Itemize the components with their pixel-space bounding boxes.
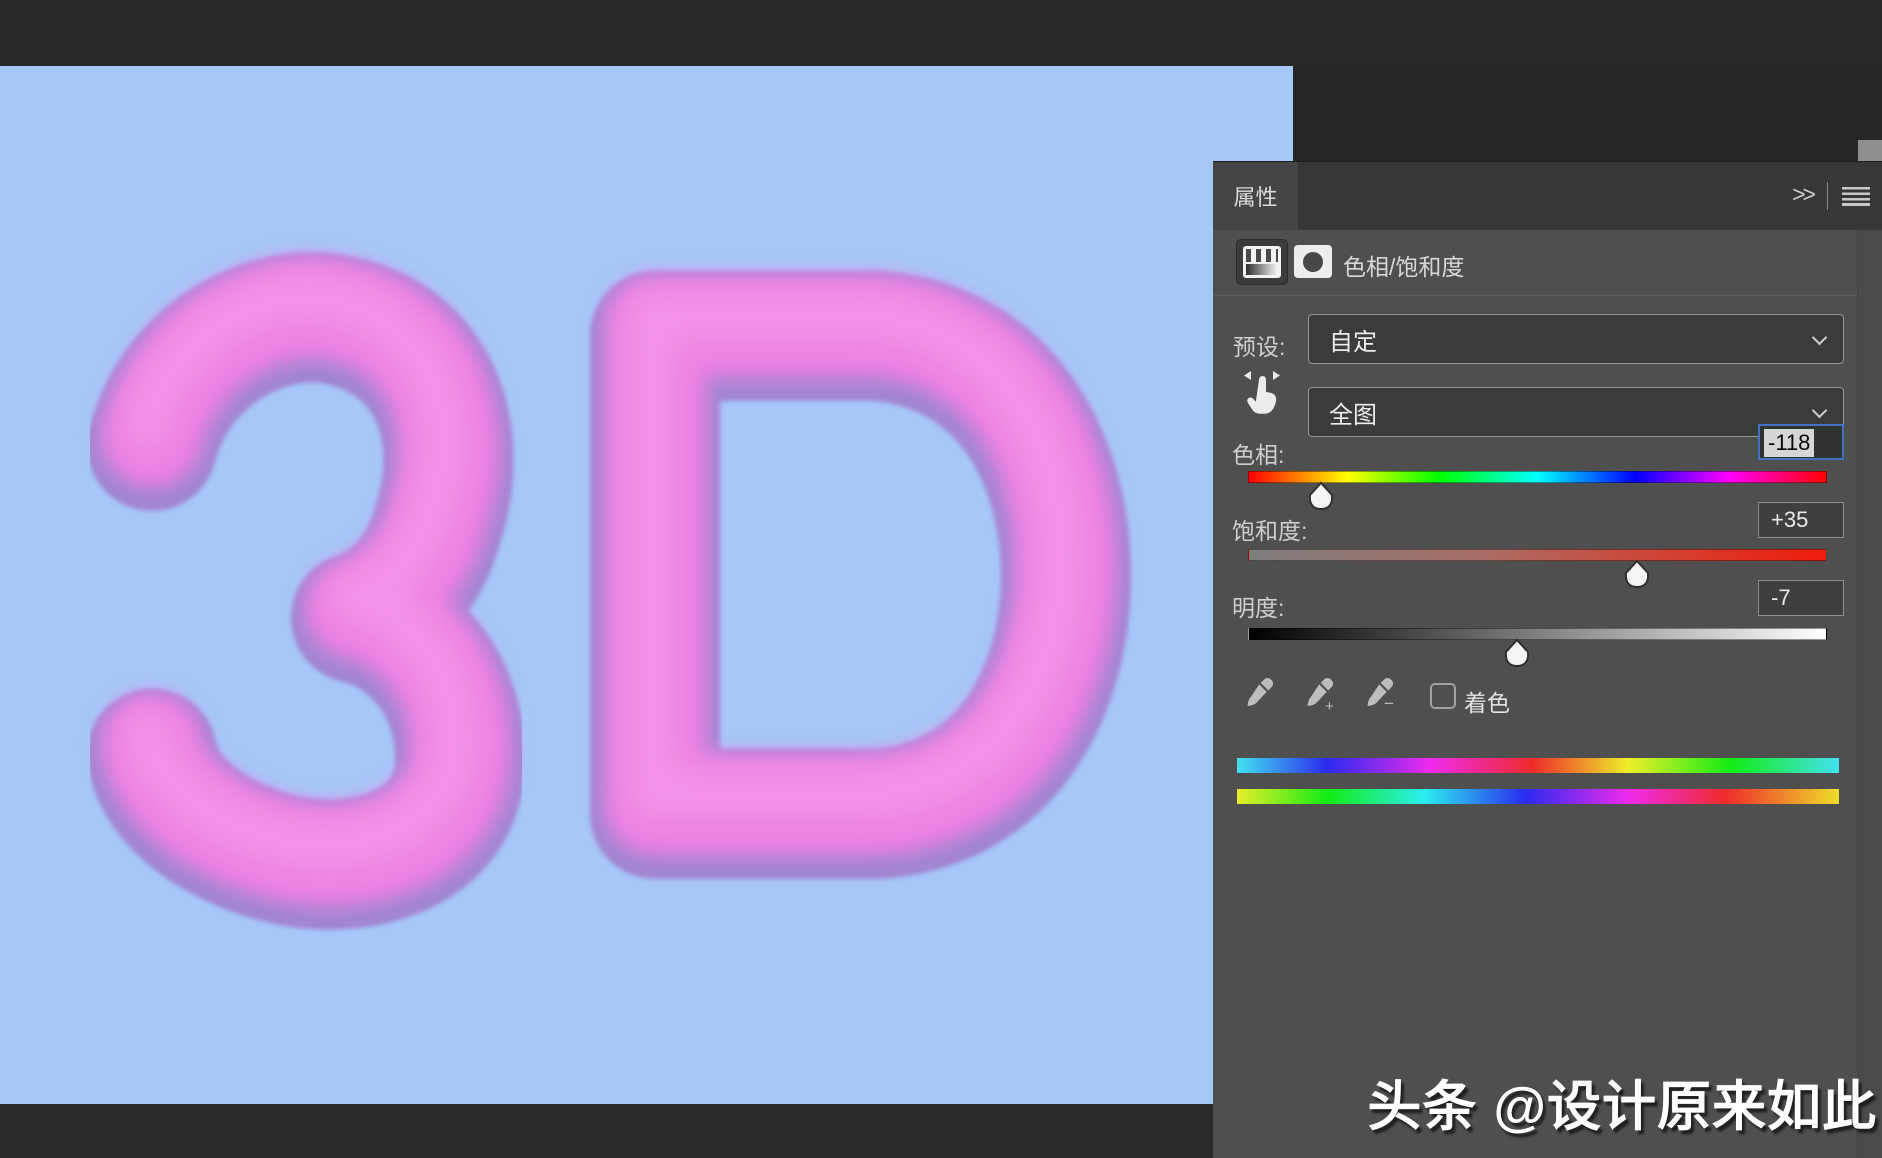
- letter-3: [147, 298, 460, 865]
- canvas-pasteboard: [0, 1104, 1293, 1158]
- colorize-checkbox[interactable]: [1430, 683, 1456, 709]
- watermark: 头条 @设计原来如此: [1367, 1062, 1877, 1141]
- preset-value: 自定: [1329, 322, 1377, 357]
- letter-d: [650, 316, 1066, 814]
- panel-menu-icon[interactable]: [1842, 187, 1870, 206]
- collapse-to-icons-icon[interactable]: >>: [1792, 183, 1813, 210]
- chevron-down-icon: [1812, 403, 1828, 419]
- eyedropper-minus-icon[interactable]: −: [1362, 675, 1396, 713]
- hue-label: 色相:: [1232, 436, 1284, 470]
- saturation-value-text: +35: [1771, 507, 1808, 532]
- hue-value-field[interactable]: -118: [1758, 424, 1844, 460]
- preset-dropdown[interactable]: 自定: [1308, 314, 1844, 364]
- hue-slider-track[interactable]: [1248, 471, 1827, 483]
- lightness-label: 明度:: [1232, 589, 1284, 623]
- input-spectrum-bar: [1237, 758, 1839, 773]
- saturation-slider-track[interactable]: [1248, 549, 1827, 561]
- adjustment-title: 色相/饱和度: [1343, 248, 1464, 282]
- colorize-label: 着色: [1464, 684, 1510, 718]
- panel-scroll-cap: [1858, 140, 1882, 161]
- hue-slider-thumb[interactable]: [1308, 481, 1334, 511]
- watermark-brand: 头条: [1367, 1077, 1477, 1137]
- watermark-handle: @设计原来如此: [1493, 1077, 1877, 1137]
- top-toolbar-area: [0, 0, 1882, 66]
- panel-scroll-gutter[interactable]: [1857, 230, 1882, 1158]
- properties-panel: 属性 >> 色相/饱和度 预设: 自定: [1213, 161, 1882, 1158]
- saturation-label: 饱和度:: [1232, 512, 1307, 546]
- hue-sat-adjustment-icon-button[interactable]: [1236, 239, 1288, 285]
- lightness-slider-track[interactable]: [1248, 628, 1827, 640]
- panel-tab-bar: 属性 >>: [1213, 162, 1882, 230]
- section-divider: [1213, 295, 1857, 296]
- lightness-value-text: -7: [1771, 585, 1791, 610]
- eyedropper-plus-icon[interactable]: +: [1302, 675, 1336, 713]
- saturation-value-field[interactable]: +35: [1758, 502, 1844, 538]
- preset-label: 预设:: [1233, 328, 1285, 362]
- hue-value-selected-text: -118: [1764, 429, 1814, 457]
- hue-sat-adjustment-icon: [1243, 246, 1281, 278]
- svg-text:+: +: [1325, 698, 1334, 713]
- document-canvas[interactable]: [0, 66, 1293, 1104]
- saturation-slider-thumb[interactable]: [1624, 559, 1650, 589]
- photoshop-workspace: 属性 >> 色相/饱和度 预设: 自定: [0, 0, 1882, 1158]
- chevron-down-icon: [1812, 330, 1828, 346]
- mask-circle-icon: [1303, 252, 1323, 272]
- lightness-slider-thumb[interactable]: [1504, 638, 1530, 668]
- header-divider: [1827, 182, 1828, 210]
- layer-mask-icon-button[interactable]: [1294, 245, 1332, 278]
- canvas-art-3d-text: [0, 66, 1293, 1104]
- lightness-value-field[interactable]: -7: [1758, 580, 1844, 616]
- tab-properties-label: 属性: [1233, 180, 1277, 212]
- panel-header-actions: >>: [1792, 162, 1870, 230]
- output-spectrum-bar: [1237, 789, 1839, 804]
- channel-value: 全图: [1329, 395, 1377, 430]
- targeted-adjustment-tool-icon[interactable]: [1242, 366, 1282, 414]
- eyedropper-icon[interactable]: [1242, 675, 1276, 713]
- tab-properties[interactable]: 属性: [1213, 162, 1298, 230]
- svg-text:−: −: [1384, 694, 1394, 713]
